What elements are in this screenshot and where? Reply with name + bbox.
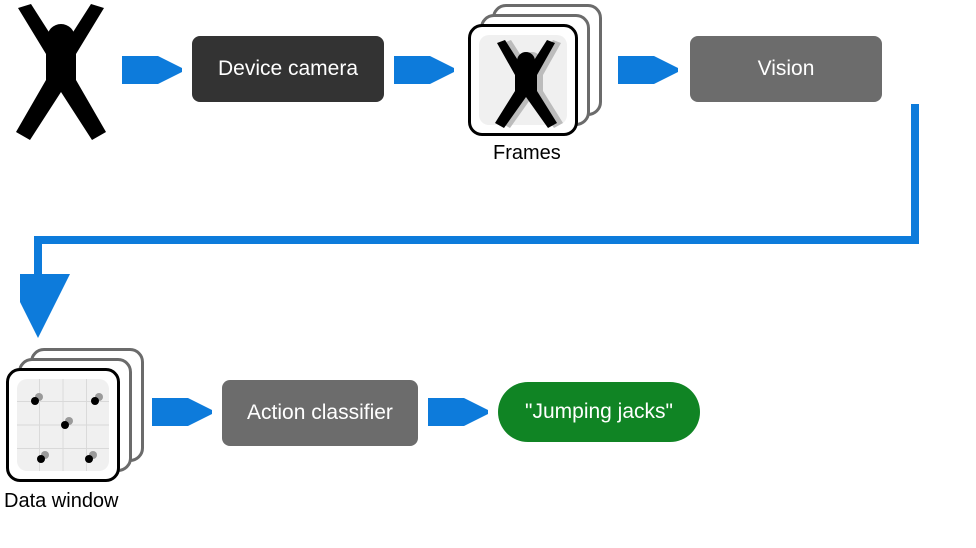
arrow-icon — [152, 398, 212, 426]
vision-node: Vision — [690, 36, 882, 102]
data-window-node — [6, 348, 148, 482]
device-camera-label: Device camera — [218, 57, 358, 81]
result-node: "Jumping jacks" — [498, 382, 700, 442]
action-classifier-node: Action classifier — [222, 380, 418, 446]
arrow-icon — [20, 100, 940, 360]
frames-caption: Frames — [493, 142, 561, 165]
data-window-caption: Data window — [4, 490, 119, 513]
frames-node — [468, 4, 606, 138]
action-classifier-label: Action classifier — [247, 401, 393, 425]
device-camera-node: Device camera — [192, 36, 384, 102]
arrow-icon — [428, 398, 488, 426]
arrow-icon — [122, 56, 182, 84]
arrow-icon — [618, 56, 678, 84]
person-icon — [6, 4, 116, 140]
diagram-canvas: Device camera — [0, 0, 976, 548]
vision-label: Vision — [758, 57, 815, 81]
result-label: "Jumping jacks" — [525, 400, 673, 424]
arrow-icon — [394, 56, 454, 84]
